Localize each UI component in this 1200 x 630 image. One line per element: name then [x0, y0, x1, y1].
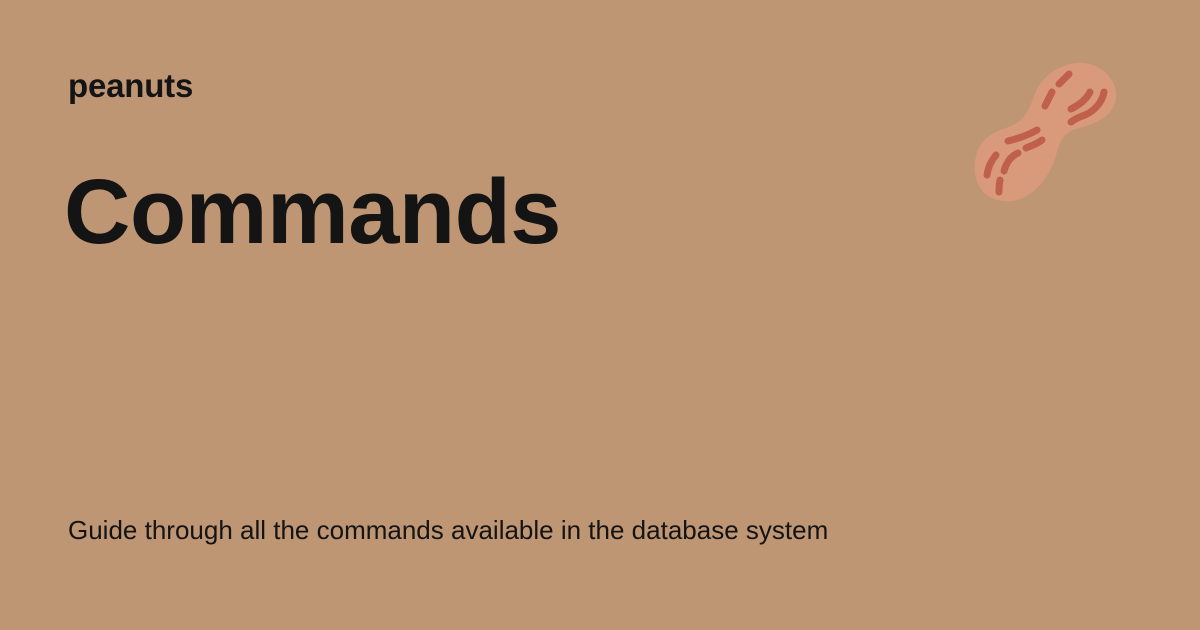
page-title: Commands: [64, 161, 561, 263]
site-name: peanuts: [68, 67, 194, 104]
peanut-icon: [968, 55, 1122, 209]
open-graph-card: peanuts Commands Guide through all the c…: [0, 0, 1200, 630]
page-description: Guide through all the commands available…: [68, 515, 829, 545]
